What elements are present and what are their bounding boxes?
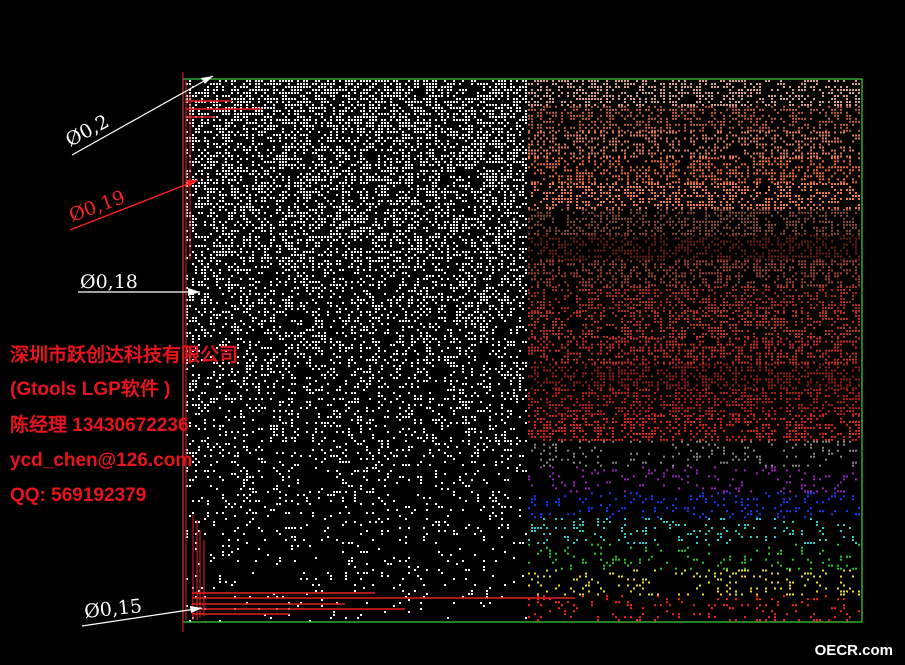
contact-qq: QQ: 569192379 <box>10 485 147 506</box>
contact-phone: 陈经理 13430672236 <box>10 415 189 436</box>
dimension-label-d018: Ø0,18 <box>80 271 138 293</box>
light-guide-plate-pattern-drawing: Ø0,2 Ø0,19 Ø0,18 Ø0,15 <box>0 0 905 665</box>
product-name: (Gtools LGP软件 ) <box>10 379 171 400</box>
watermark-logo: OECR.com <box>814 642 893 659</box>
canvas-background <box>0 0 905 665</box>
contact-email: ycd_chen@126.com <box>10 450 193 471</box>
company-name: 深圳市跃创达科技有限公司 <box>10 345 239 366</box>
